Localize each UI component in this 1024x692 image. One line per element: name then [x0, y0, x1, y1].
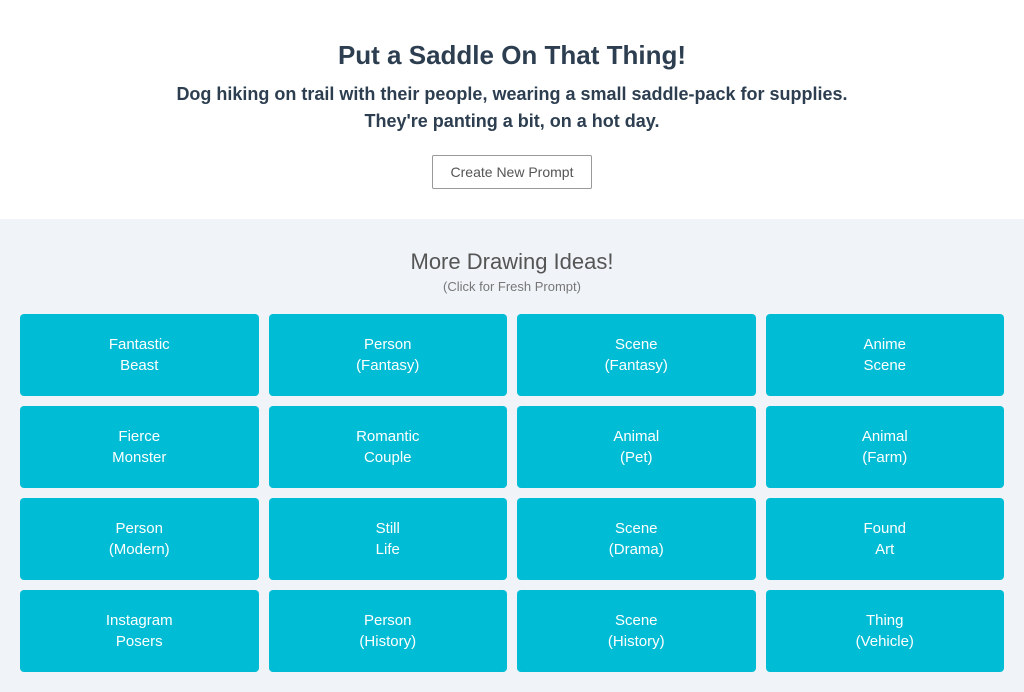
grid-item[interactable]: Scene(Fantasy) [517, 314, 756, 396]
grid-item[interactable]: AnimeScene [766, 314, 1005, 396]
drawing-section: More Drawing Ideas! (Click for Fresh Pro… [0, 219, 1024, 692]
grid-item[interactable]: Animal(Farm) [766, 406, 1005, 488]
grid-item[interactable]: FierceMonster [20, 406, 259, 488]
hero-subtitle: Dog hiking on trail with their people, w… [20, 81, 1004, 135]
hero-title: Put a Saddle On That Thing! [20, 40, 1004, 71]
grid-item[interactable]: StillLife [269, 498, 508, 580]
grid-item[interactable]: Person(Modern) [20, 498, 259, 580]
grid-item[interactable]: FoundArt [766, 498, 1005, 580]
grid-item[interactable]: Person(Fantasy) [269, 314, 508, 396]
grid-item[interactable]: Animal(Pet) [517, 406, 756, 488]
grid-item[interactable]: Thing(Vehicle) [766, 590, 1005, 672]
drawing-section-subtitle: (Click for Fresh Prompt) [20, 279, 1004, 294]
hero-section: Put a Saddle On That Thing! Dog hiking o… [0, 0, 1024, 219]
grid-item[interactable]: RomanticCouple [269, 406, 508, 488]
grid-item[interactable]: Scene(Drama) [517, 498, 756, 580]
grid-item[interactable]: FantasticBeast [20, 314, 259, 396]
hero-subtitle-line2: They're panting a bit, on a hot day. [365, 111, 660, 131]
drawing-section-title: More Drawing Ideas! [20, 249, 1004, 275]
grid-item[interactable]: Scene(History) [517, 590, 756, 672]
create-new-prompt-button[interactable]: Create New Prompt [432, 155, 593, 189]
drawing-grid: FantasticBeastPerson(Fantasy)Scene(Fanta… [20, 314, 1004, 672]
grid-item[interactable]: InstagramPosers [20, 590, 259, 672]
hero-subtitle-line1: Dog hiking on trail with their people, w… [176, 84, 847, 104]
grid-item[interactable]: Person(History) [269, 590, 508, 672]
